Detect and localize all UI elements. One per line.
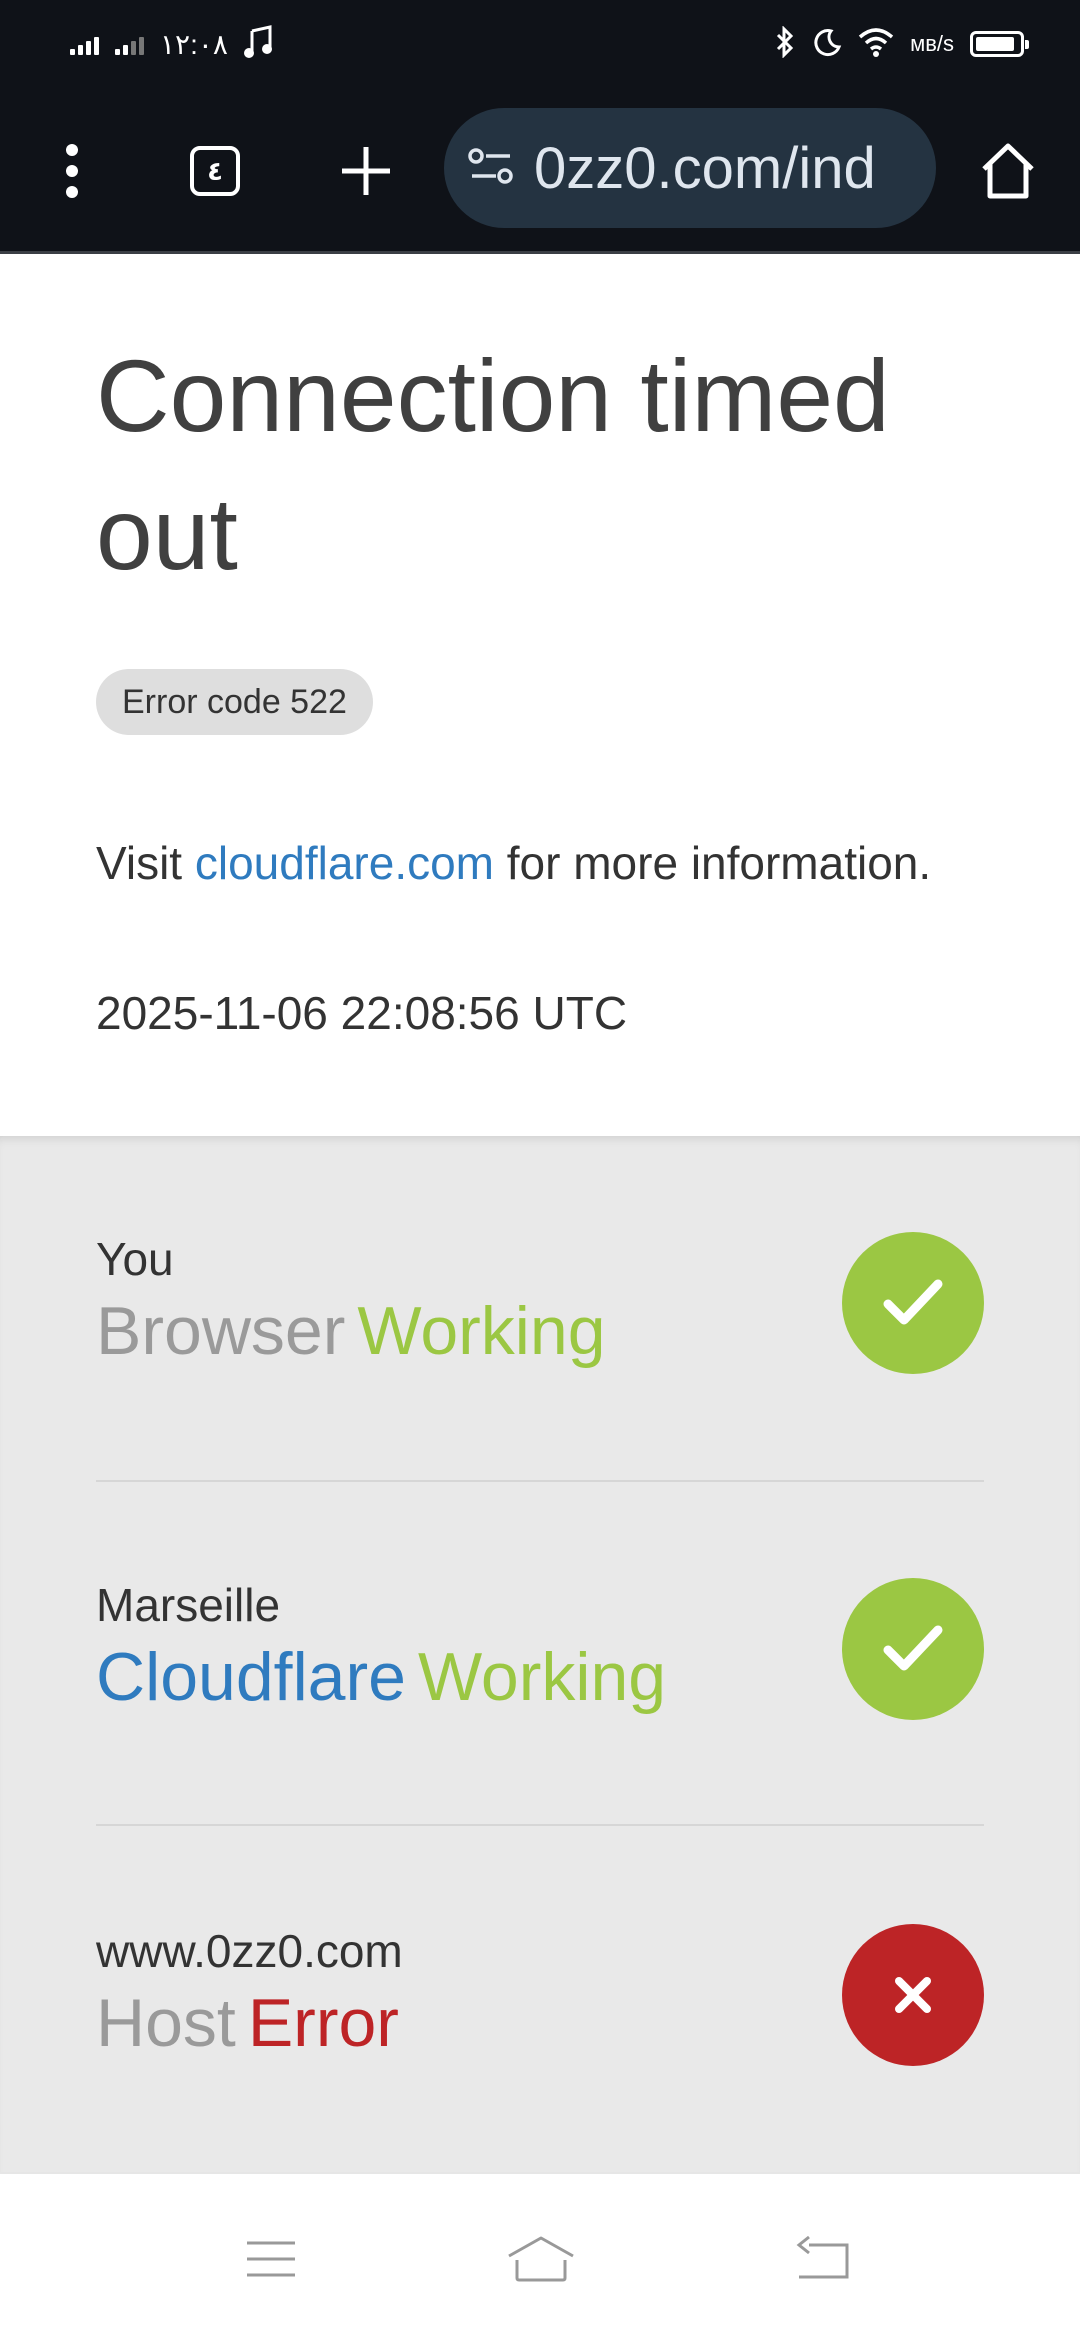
row-label: Marseille [96,1579,281,1631]
recents-button[interactable] [226,2214,316,2304]
row-label: You [96,1233,174,1285]
row-name: Cloudflare [96,1639,406,1715]
network-speed: ᴍʙ/s [910,31,954,56]
page-title: Connection timed out [96,339,890,591]
battery-icon [970,31,1029,57]
tab-count: ٤ [190,146,240,196]
info-text: Visit cloudflare.com for more informatio… [96,835,996,891]
browser-toolbar: ٤ 0zz0.com/ind [0,88,1080,254]
info-suffix: for more information. [494,837,932,889]
address-bar[interactable]: 0zz0.com/ind [444,108,936,228]
music-icon [243,24,274,64]
status-panel: You Browser Working Marseille Cloudflare W… [0,1136,1080,2172]
row-name: Host [96,1985,236,2061]
home-icon [982,143,1034,199]
home-button[interactable] [976,128,1040,214]
site-settings-icon[interactable] [468,146,514,191]
status-left: ١٢:٠٨ [70,24,274,64]
wifi-icon [858,27,894,62]
error-code-badge: Error code 522 [96,669,373,735]
row-status: Browser Working [96,1292,606,1370]
plus-icon [342,147,390,195]
signal-icon-secondary [115,33,144,55]
status-right: ᴍʙ/s [774,24,1029,63]
cloudflare-link[interactable]: cloudflare.com [195,837,494,889]
status-row-cloudflare: Marseille Cloudflare Working [96,1482,984,1828]
new-tab-button[interactable] [334,128,398,214]
check-icon [842,1232,984,1374]
row-state: Working [417,1639,667,1715]
tab-switcher-button[interactable]: ٤ [183,128,247,214]
row-status: Host Error [96,1984,399,2062]
status-row-browser: You Browser Working [96,1136,984,1482]
system-nav-bar [0,2172,1080,2340]
signal-icon [70,33,99,55]
row-label: www.0zz0.com [96,1925,403,1977]
row-state: Error [247,1985,399,2061]
status-row-host: www.0zz0.com Host Error [96,1826,984,2172]
menu-dots-icon[interactable] [40,128,104,214]
home-nav-button[interactable] [496,2214,586,2304]
check-icon [842,1578,984,1720]
status-bar: ١٢:٠٨ ᴍʙ/s [0,0,1080,88]
menu-lines-icon [247,2241,295,2277]
back-nav-button[interactable] [778,2214,868,2304]
row-name: Browser [96,1293,346,1369]
home-nav-icon [508,2236,574,2282]
bluetooth-icon [774,24,796,63]
timestamp: 2025-11-06 22:08:56 UTC [96,987,628,1039]
moon-icon [812,27,842,62]
back-icon [796,2235,849,2279]
clock: ١٢:٠٨ [160,28,228,60]
row-status: Cloudflare Working [96,1638,666,1716]
close-icon [842,1924,984,2066]
row-state: Working [357,1293,606,1369]
info-prefix: Visit [96,837,195,889]
url-text[interactable]: 0zz0.com/ind [534,135,876,202]
